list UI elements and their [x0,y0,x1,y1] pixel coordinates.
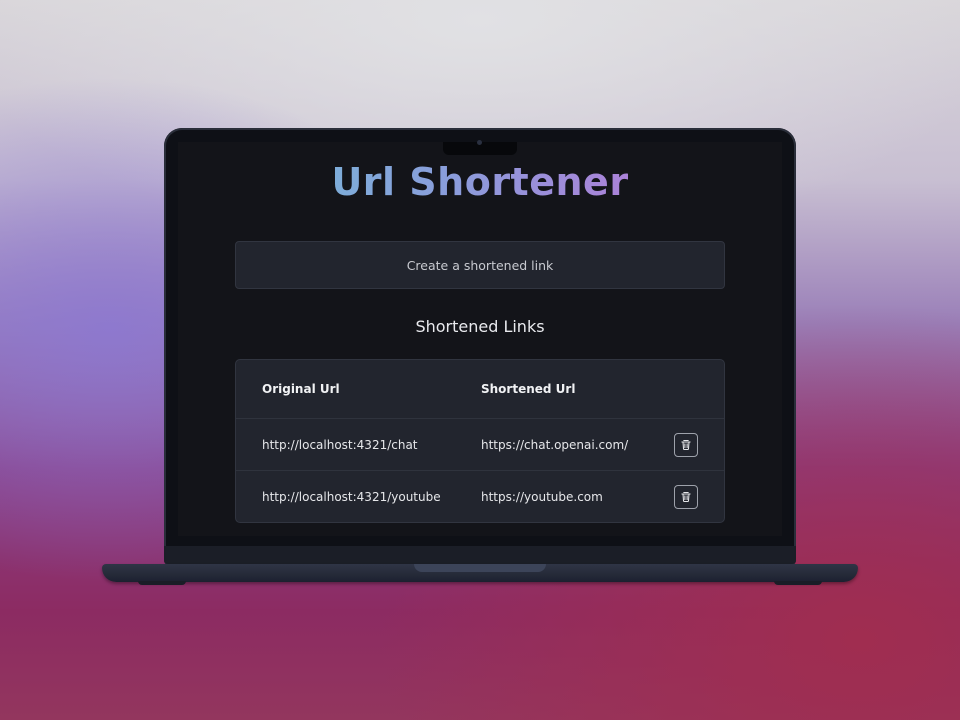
laptop-base-lip [414,564,546,572]
camera-icon [477,140,482,145]
table-row: http://localhost:4321/youtube https://yo… [236,470,724,522]
trash-icon [681,491,691,503]
section-title: Shortened Links [415,317,545,336]
header-original-url: Original Url [262,382,340,396]
delete-button[interactable] [674,485,698,509]
original-url-cell: http://localhost:4321/youtube [262,490,441,504]
original-url-cell: http://localhost:4321/chat [262,438,418,452]
table-header-row: Original Url Shortened Url [236,360,724,418]
laptop-lid-bezel-bottom [164,546,796,564]
delete-button[interactable] [674,433,698,457]
links-table: Original Url Shortened Url http://localh… [235,359,725,523]
laptop-foot-left [138,581,186,585]
shortened-url-cell[interactable]: https://youtube.com [481,471,603,522]
laptop-foot-right [774,581,822,585]
page-title: Url Shortener [178,160,782,204]
create-link-button[interactable]: Create a shortened link [235,241,725,289]
table-row: http://localhost:4321/chat https://chat.… [236,418,724,471]
trash-icon [681,439,691,451]
laptop-screen: Url Shortener Create a shortened link Sh… [178,142,782,536]
shortened-url-cell[interactable]: https://chat.openai.com/ [481,419,628,471]
header-shortened-url: Shortened Url [481,382,576,396]
